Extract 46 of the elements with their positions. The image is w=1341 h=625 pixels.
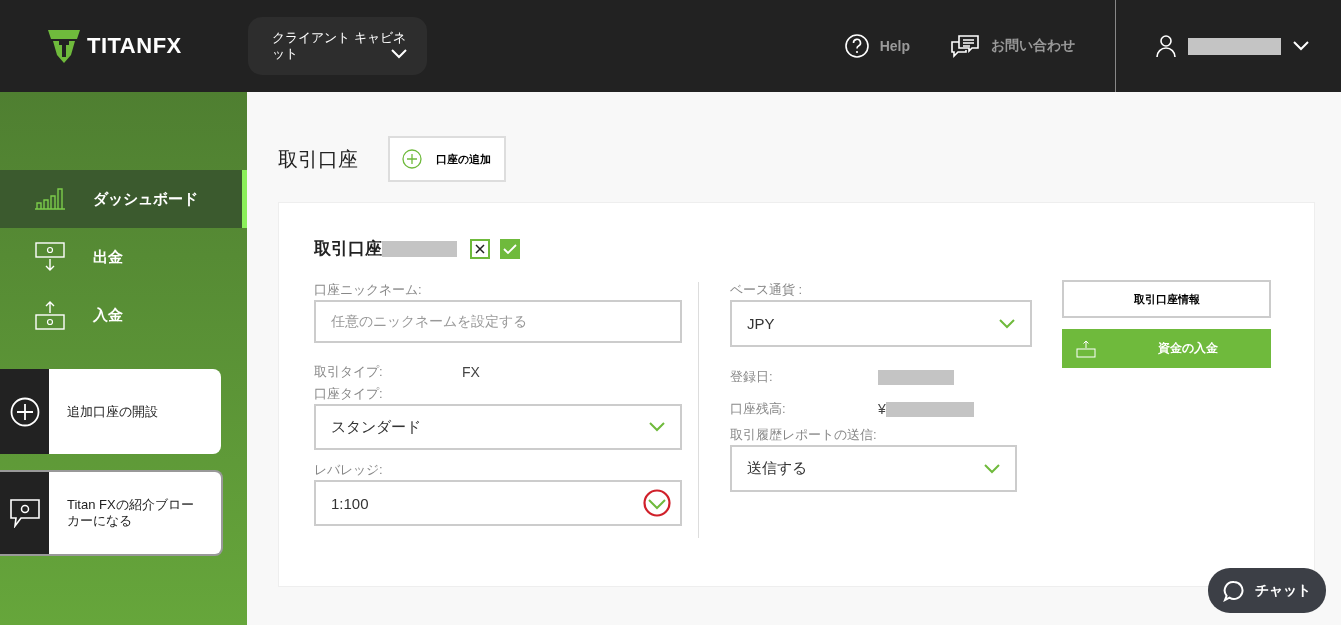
- page-title: 取引口座: [278, 146, 358, 172]
- help-icon: [844, 34, 869, 58]
- nickname-field[interactable]: 任意のニックネームを設定する: [314, 300, 682, 343]
- field-label: 取引履歴レポートの送信:: [730, 427, 878, 443]
- cancel-button[interactable]: [470, 238, 490, 259]
- chevron-down-icon: [1293, 41, 1309, 51]
- sidebar-item[interactable]: 出金: [0, 228, 247, 286]
- money-up-icon: [34, 300, 66, 330]
- field-label: 登録日:: [730, 369, 774, 385]
- plus-circle-icon: [402, 149, 422, 169]
- money-up-icon: [1076, 339, 1096, 358]
- chevron-down-icon: [391, 49, 407, 59]
- field-label: 口座残高:: [730, 401, 787, 417]
- add-account-button[interactable]: 口座の追加: [388, 136, 506, 182]
- field-value: FX: [462, 363, 480, 380]
- checkmark-icon: [503, 243, 517, 254]
- chat-bubbles-icon: [950, 34, 980, 58]
- field-value: ¥: [878, 401, 886, 417]
- field-label: レバレッジ:: [314, 462, 384, 479]
- dropdown-field[interactable]: 送信する: [730, 445, 1017, 492]
- sidebar-card[interactable]: Titan FXの紹介ブローカーになる: [0, 470, 223, 556]
- plus-circle-icon: [9, 396, 40, 427]
- field-label: 口座タイプ:: [314, 386, 384, 403]
- money-speech-icon: [9, 498, 40, 528]
- account-info-button[interactable]: 取引口座情報: [1062, 280, 1271, 318]
- sidebar-item[interactable]: ダッシュボード: [0, 170, 247, 228]
- dropdown-field[interactable]: スタンダード: [314, 404, 682, 451]
- close-icon: [475, 243, 485, 254]
- dropdown-field[interactable]: 1:100: [314, 480, 682, 526]
- bar-chart-icon: [34, 188, 66, 210]
- shield-logo-icon: [47, 28, 81, 64]
- dropdown-field[interactable]: JPY: [730, 300, 1032, 347]
- brand-logo[interactable]: TITANFX: [87, 33, 182, 59]
- speech-bubble-icon: [1223, 579, 1245, 602]
- help-link[interactable]: Help: [844, 34, 910, 58]
- field-label: 口座ニックネーム:: [314, 282, 423, 298]
- sidebar-card[interactable]: 追加口座の開設: [0, 369, 221, 454]
- cabinet-menu-button[interactable]: クライアント キャビネット: [248, 17, 427, 75]
- user-icon: [1156, 34, 1176, 58]
- contact-link[interactable]: お問い合わせ: [950, 34, 1075, 58]
- sidebar-item[interactable]: 入金: [0, 286, 247, 344]
- field-label: ベース通貨 :: [730, 282, 804, 298]
- field-label: 取引タイプ:: [314, 363, 384, 380]
- chat-button[interactable]: チャット: [1208, 568, 1326, 613]
- account-title: 取引口座: [314, 238, 382, 260]
- money-down-icon: [34, 242, 66, 272]
